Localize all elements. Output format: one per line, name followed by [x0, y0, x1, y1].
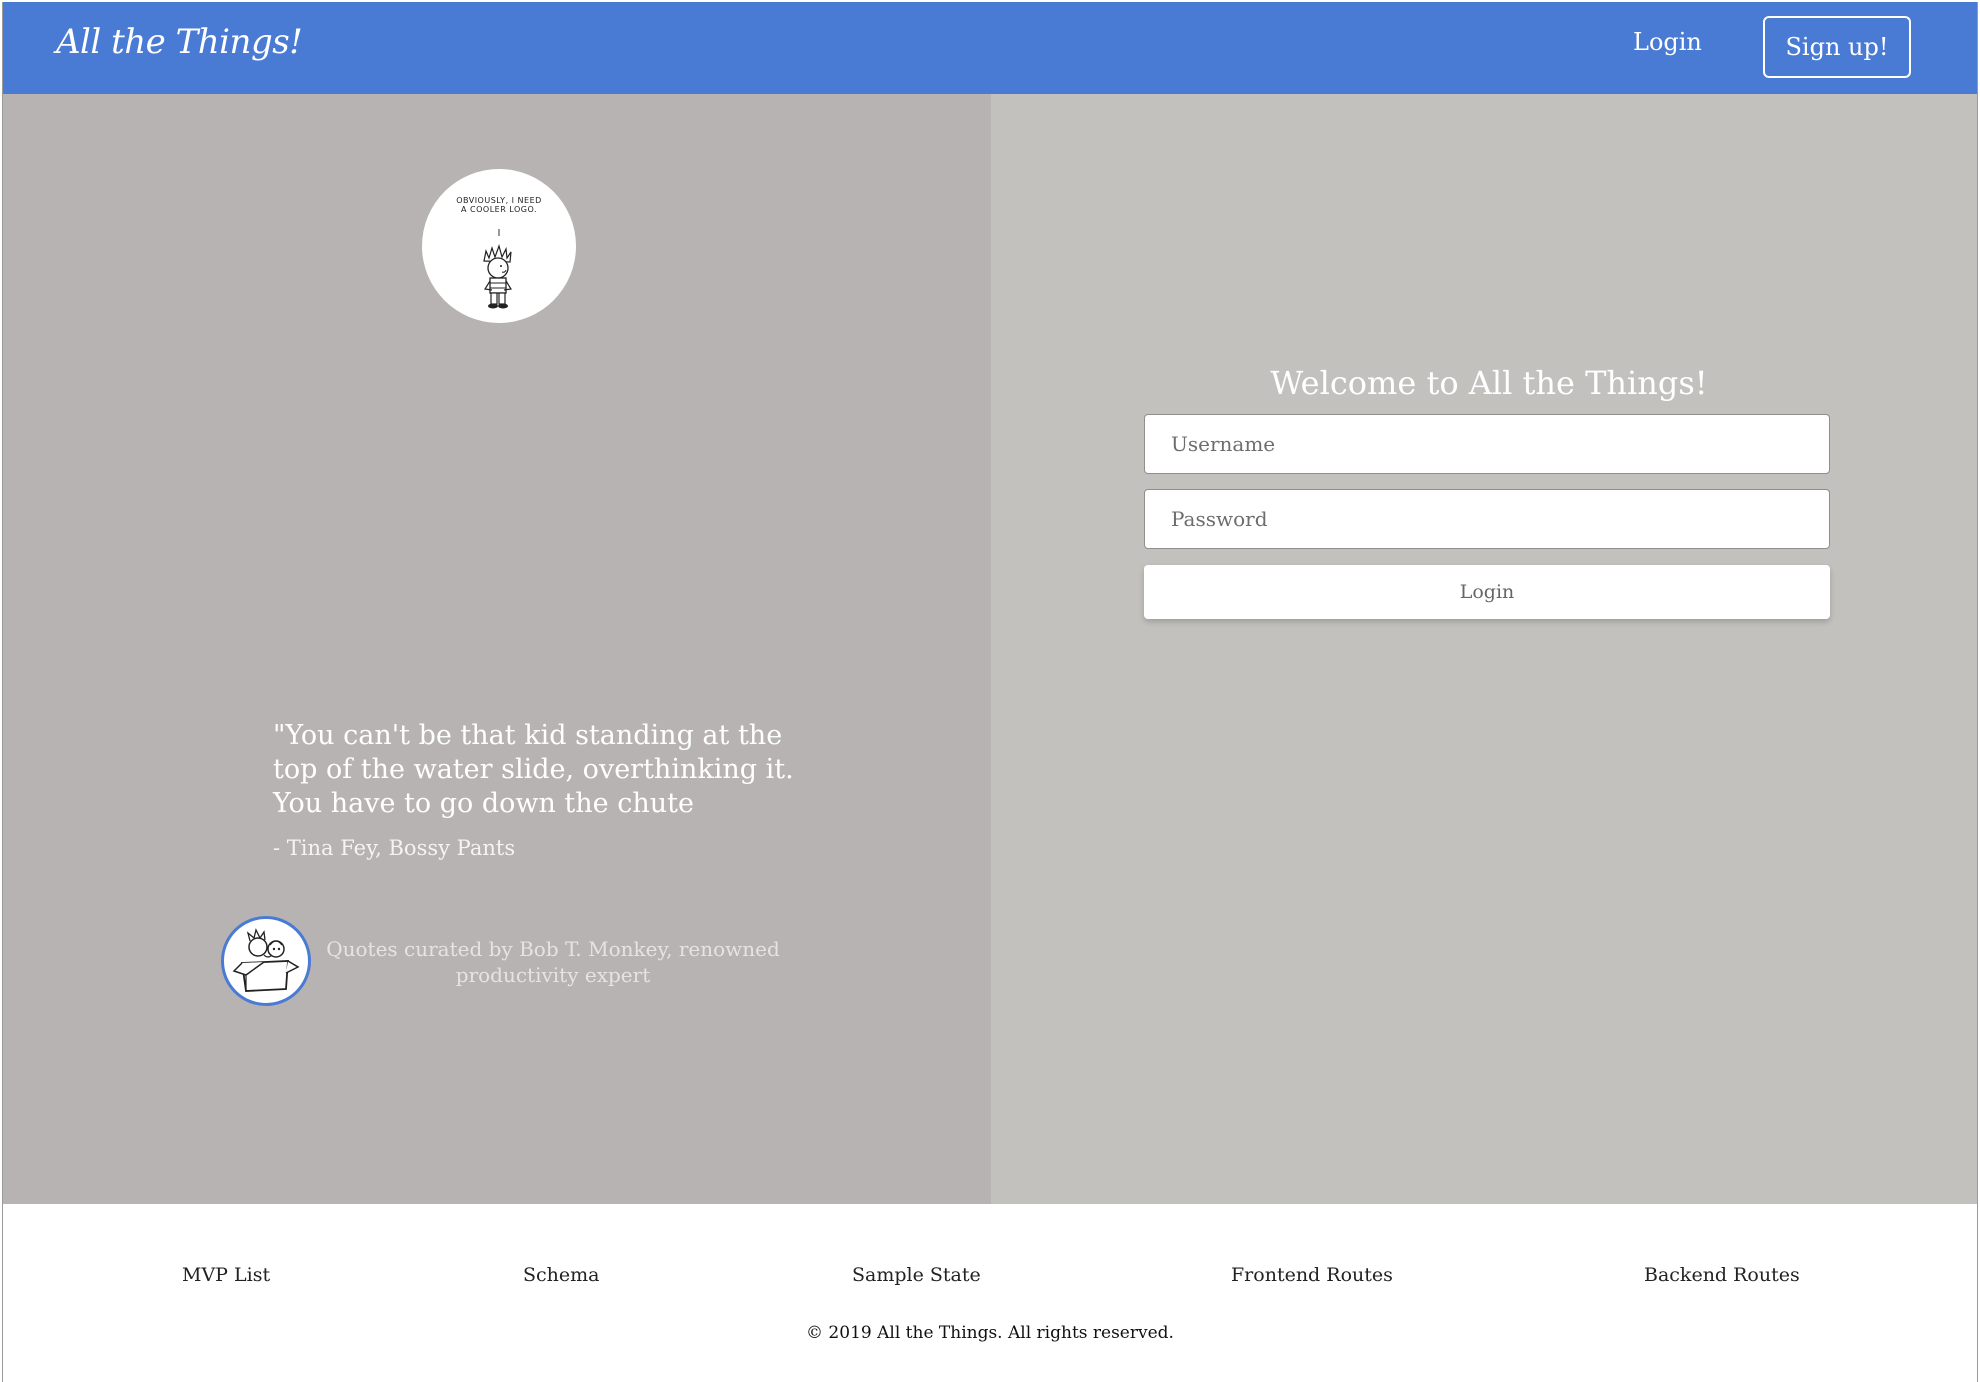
password-input[interactable]	[1144, 489, 1830, 549]
quote-author: - Tina Fey, Bossy Pants	[273, 836, 516, 860]
username-input[interactable]	[1144, 414, 1830, 474]
footer-link-mvp-list[interactable]: MVP List	[182, 1264, 270, 1286]
footer-link-frontend-routes[interactable]: Frontend Routes	[1231, 1264, 1393, 1286]
brand-logo-text[interactable]: All the Things!	[56, 22, 303, 62]
copyright-text: © 2019 All the Things. All rights reserv…	[806, 1323, 1174, 1343]
cartoon-kid-icon	[483, 229, 512, 309]
nav-login-link[interactable]: Login	[1633, 28, 1702, 56]
page-footer: MVP List Schema Sample State Frontend Ro…	[3, 1204, 1977, 1382]
top-navbar: All the Things! Login Sign up!	[3, 2, 1977, 94]
hero-panel: OBVIOUSLY, I NEED A COOLER LOGO. "You ca…	[3, 94, 991, 1204]
curator-credit: Quotes curated by Bob T. Monkey, renowne…	[326, 937, 780, 987]
footer-link-sample-state[interactable]: Sample State	[852, 1264, 981, 1286]
login-submit-button[interactable]: Login	[1144, 565, 1830, 619]
kid-in-box-icon	[232, 928, 300, 992]
featured-quote: "You can't be that kid standing at the t…	[273, 720, 794, 819]
login-panel: Welcome to All the Things! Login	[991, 94, 1977, 1204]
footer-link-schema[interactable]: Schema	[523, 1264, 599, 1286]
signup-button[interactable]: Sign up!	[1763, 16, 1911, 78]
app-window: All the Things! Login Sign up! OBVIOUSLY…	[2, 2, 1978, 1382]
login-title: Welcome to All the Things!	[1270, 364, 1708, 402]
curator-avatar	[221, 916, 311, 1006]
footer-link-backend-routes[interactable]: Backend Routes	[1644, 1264, 1800, 1286]
app-logo: OBVIOUSLY, I NEED A COOLER LOGO.	[422, 169, 576, 323]
